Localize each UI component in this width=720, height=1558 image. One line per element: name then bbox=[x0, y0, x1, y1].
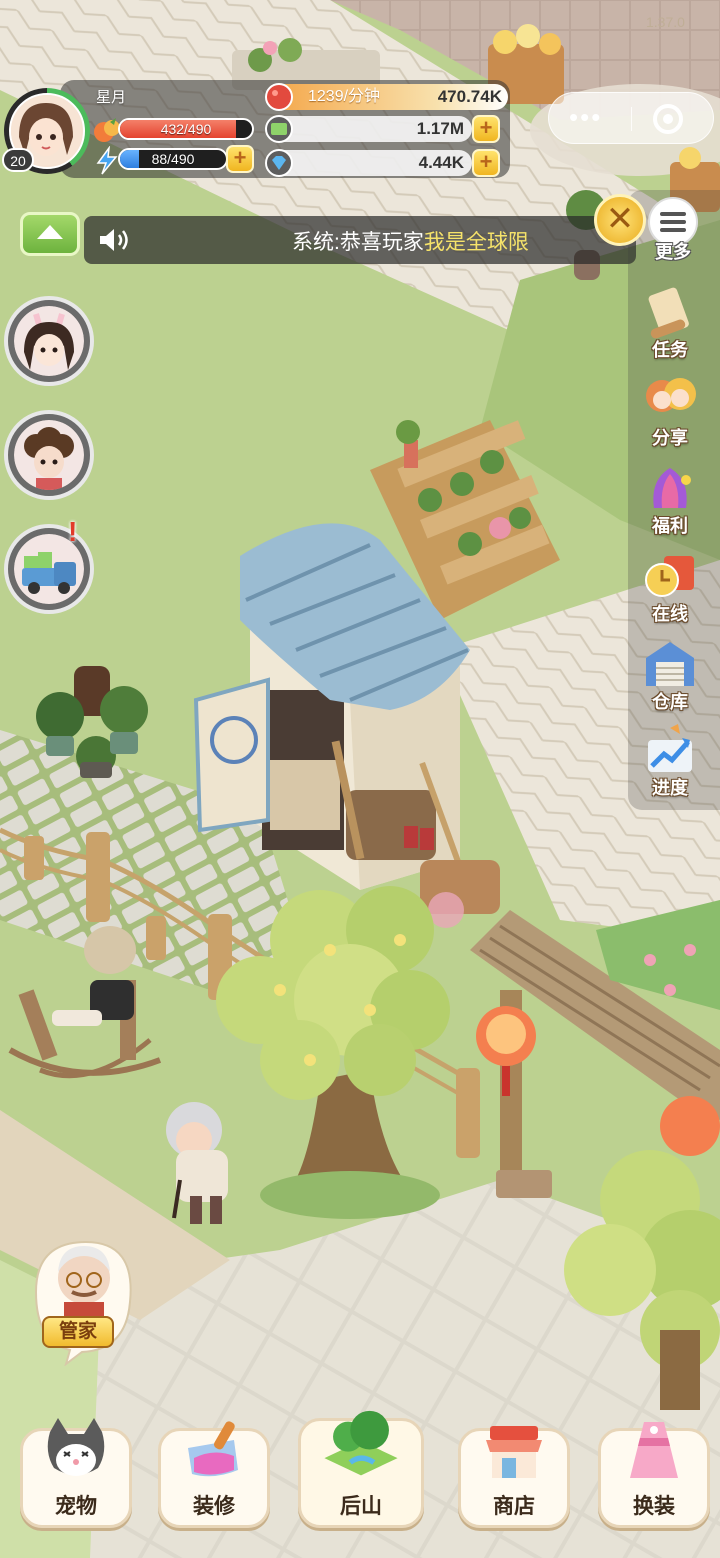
add-energy-button[interactable]: + bbox=[226, 145, 254, 173]
energy-bar: 88/490 bbox=[118, 148, 228, 170]
nav-shop-button[interactable]: 商店 bbox=[458, 1418, 570, 1528]
income-rate: 1239/分钟 bbox=[308, 88, 381, 105]
diamond-icon bbox=[265, 149, 293, 177]
more-menu-label: 更多 bbox=[655, 242, 691, 262]
player-name: 星月 bbox=[96, 89, 127, 106]
close-miniprogram-icon[interactable] bbox=[653, 104, 683, 134]
menu-item-tasks[interactable]: 任务 bbox=[630, 284, 710, 364]
cash-count: 1.17M bbox=[416, 119, 464, 138]
notice-prefix: 系统:恭喜玩家 bbox=[292, 231, 424, 254]
nav-label: 装修 bbox=[193, 1495, 235, 1518]
nav-label: 换装 bbox=[633, 1495, 675, 1518]
more-menu-button[interactable]: 更多 bbox=[640, 196, 706, 266]
shop-icon bbox=[486, 1426, 542, 1478]
nav-backhill-button[interactable]: 后山 bbox=[298, 1404, 424, 1528]
menu-item-progress[interactable]: 进度 bbox=[630, 722, 710, 802]
menu-item-label: 仓库 bbox=[652, 692, 688, 712]
nav-label: 商店 bbox=[493, 1495, 535, 1518]
cash-icon bbox=[265, 115, 293, 143]
menu-item-label: 分享 bbox=[652, 428, 688, 448]
nav-pets-button[interactable]: 宠物 bbox=[20, 1418, 132, 1528]
nav-decorate-button[interactable]: 装修 bbox=[158, 1418, 270, 1528]
dress-icon bbox=[630, 1422, 678, 1478]
close-notice-button[interactable]: ✕ bbox=[594, 194, 646, 246]
heart-coin-icon bbox=[265, 83, 293, 111]
menu-item-share[interactable]: 分享 bbox=[630, 372, 710, 452]
system-notice-bar: 系统:恭喜玩家我是全球限 bbox=[84, 216, 636, 264]
nav-dressup-button[interactable]: 换装 bbox=[598, 1418, 710, 1528]
hill-island-icon bbox=[324, 1410, 398, 1476]
warehouse-icon bbox=[646, 642, 694, 686]
menu-item-label: 任务 bbox=[652, 340, 688, 360]
add-diamond-button[interactable]: + bbox=[472, 149, 500, 177]
notice-player-name: 我是全球限 bbox=[423, 231, 529, 254]
alert-icon: ! bbox=[68, 516, 78, 547]
diamond-count: 4.44K bbox=[418, 153, 464, 172]
nav-label: 宠物 bbox=[55, 1495, 97, 1518]
stamina-value: 432/490 bbox=[160, 121, 212, 137]
stamina-bar: 432/490 bbox=[118, 118, 254, 140]
butler-label: 管家 bbox=[42, 1316, 114, 1348]
miniprogram-capsule: ••• bbox=[548, 92, 714, 144]
add-cash-button[interactable]: + bbox=[472, 115, 500, 143]
coin-count: 470.74K bbox=[437, 87, 502, 106]
notice-message: 系统:恭喜玩家我是全球限 bbox=[292, 226, 529, 256]
version-label: 1.37.0 bbox=[646, 14, 685, 30]
menu-item-welfare[interactable]: 福利 bbox=[630, 460, 710, 540]
menu-item-label: 福利 bbox=[652, 516, 688, 536]
paint-brush-icon bbox=[188, 1421, 238, 1477]
menu-item-warehouse[interactable]: 仓库 bbox=[630, 636, 710, 716]
nav-label: 后山 bbox=[340, 1495, 382, 1518]
curly-woman-portrait-icon bbox=[14, 420, 84, 490]
clock-gift-icon bbox=[645, 556, 694, 597]
progress-chart-icon bbox=[648, 724, 692, 772]
npc-avatar-curly-woman[interactable] bbox=[4, 410, 94, 500]
energy-value: 88/490 bbox=[151, 151, 195, 167]
more-options-icon[interactable]: ••• bbox=[569, 104, 602, 130]
speaker-icon[interactable] bbox=[98, 226, 132, 254]
menu-item-online[interactable]: 在线 bbox=[630, 548, 710, 628]
menu-item-label: 进度 bbox=[652, 778, 688, 798]
bunny-girl-portrait-icon bbox=[14, 306, 84, 376]
collapse-hud-button[interactable] bbox=[20, 212, 80, 256]
gift-bag-icon bbox=[653, 468, 691, 508]
share-friends-icon bbox=[646, 378, 696, 412]
npc-avatar-bunny-girl[interactable] bbox=[4, 296, 94, 386]
menu-item-label: 在线 bbox=[652, 604, 688, 624]
npc-avatar-money-truck[interactable] bbox=[4, 524, 94, 614]
player-level-badge: 20 bbox=[2, 148, 34, 172]
scroll-icon bbox=[648, 287, 689, 339]
cat-icon bbox=[47, 1418, 105, 1476]
